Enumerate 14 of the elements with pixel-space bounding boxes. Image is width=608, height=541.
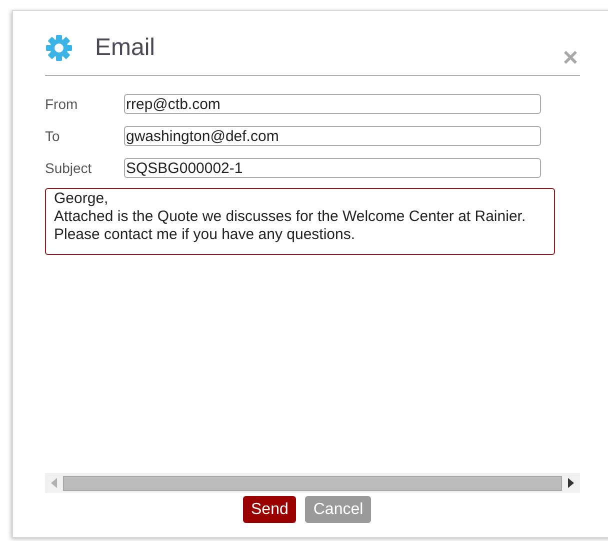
- input-field[interactable]: gwashington@def.com: [124, 126, 541, 146]
- scroll-right-icon[interactable]: [568, 478, 574, 488]
- input-field[interactable]: rrep@ctb.com: [124, 94, 541, 114]
- settings-icon: [45, 34, 73, 62]
- field-label: Subject: [45, 160, 93, 176]
- input-field[interactable]: SQSBG000002-1: [124, 158, 541, 178]
- send-button[interactable]: Send: [243, 496, 296, 523]
- horizontal-scrollbar[interactable]: [45, 473, 580, 493]
- scroll-left-icon[interactable]: [51, 478, 57, 488]
- message-field[interactable]: George, Attached is the Quote we discusses for the Welcome Center at Rainier. Please contact me if you have any questions.: [45, 188, 555, 255]
- dialog-title: Email: [95, 34, 156, 62]
- field-label: From: [45, 96, 79, 112]
- field-label: To: [45, 128, 61, 144]
- scrollbar-thumb[interactable]: [63, 476, 562, 490]
